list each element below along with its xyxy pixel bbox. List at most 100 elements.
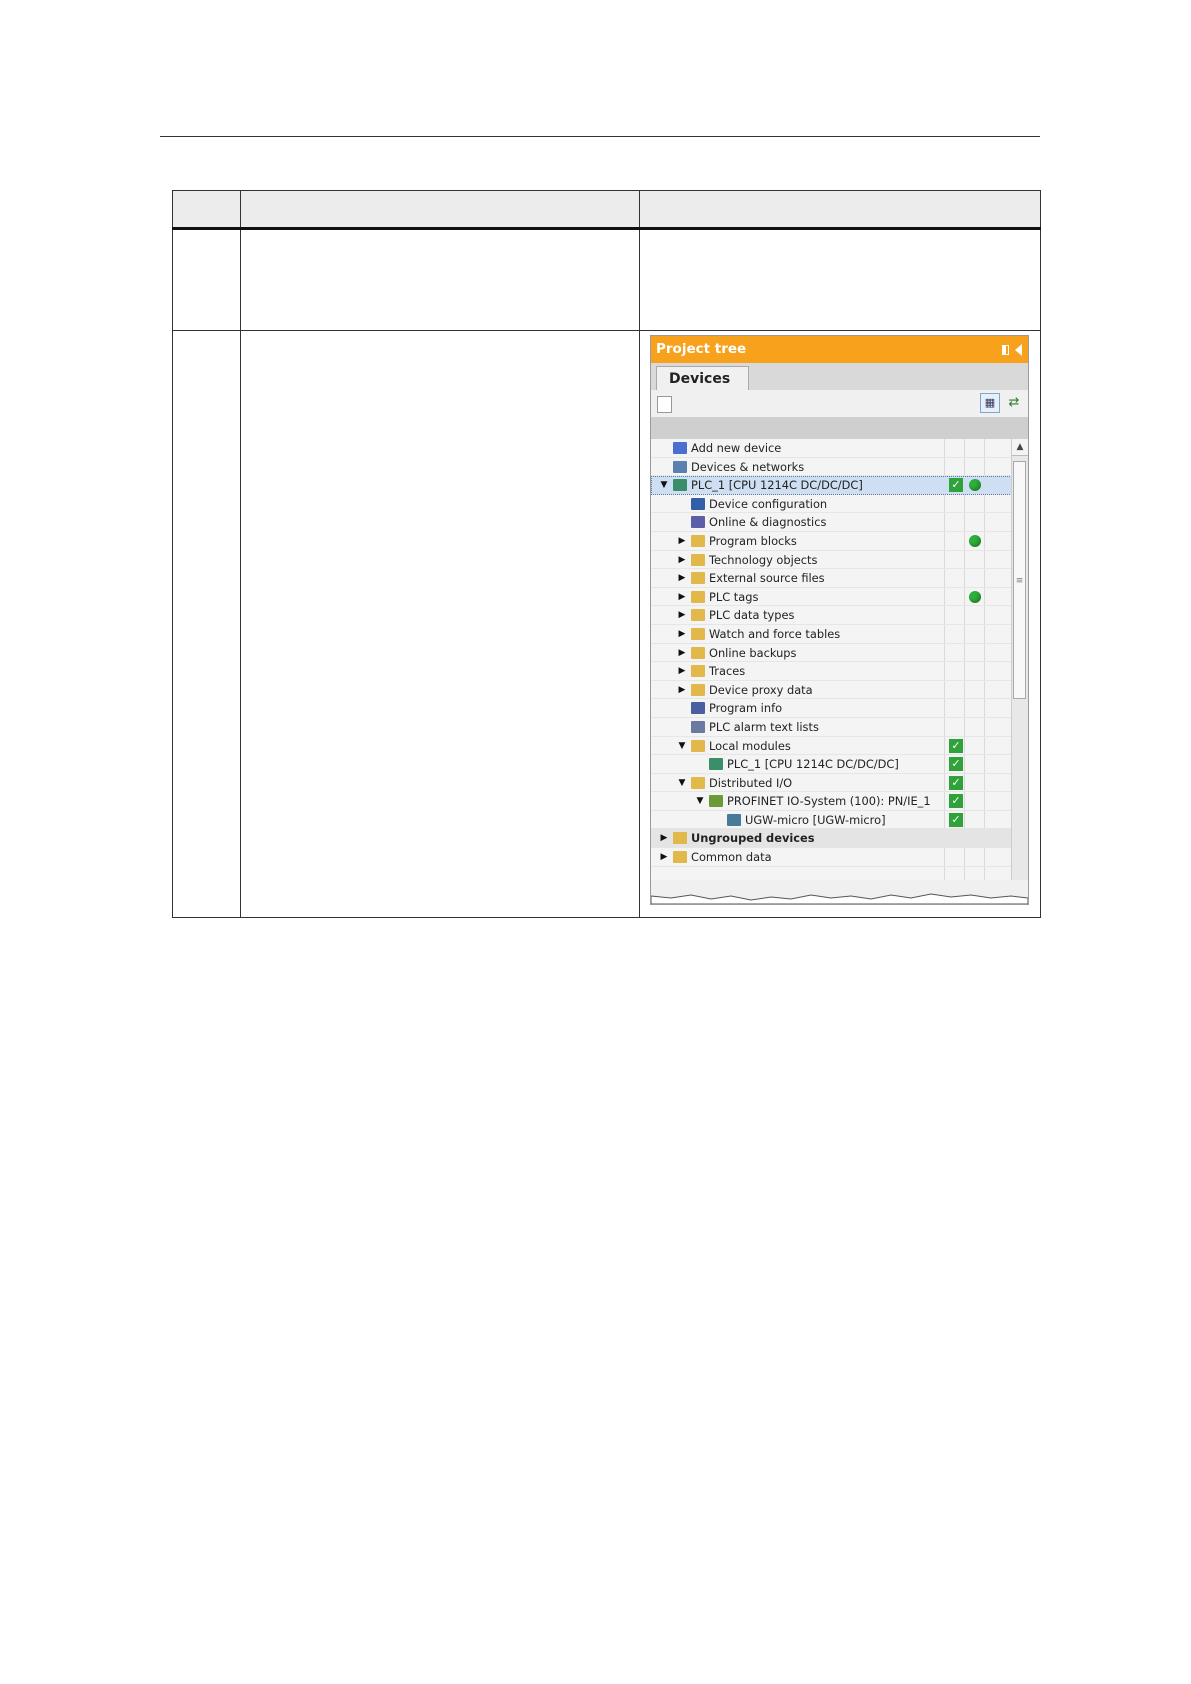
tree-item[interactable]: ▶ PLC tags xyxy=(651,588,1028,607)
plc-icon xyxy=(673,479,687,492)
tree-item[interactable]: ▶ Device proxy data xyxy=(651,681,1028,700)
tree-item[interactable]: ▶ Ungrouped devices xyxy=(651,829,1028,849)
tree-item-label: PLC_1 [CPU 1214C DC/DC/DC] xyxy=(691,478,863,493)
caret-right-icon[interactable]: ▶ xyxy=(677,551,687,570)
caret-right-icon[interactable]: ▶ xyxy=(677,606,687,625)
tree-item[interactable]: ▶ Technology objects xyxy=(651,551,1028,570)
caret-right-icon[interactable]: ▶ xyxy=(677,588,687,607)
tree-item-label: Device proxy data xyxy=(709,682,813,697)
header-cell-remark xyxy=(639,190,1041,230)
tree-item[interactable]: ▶ PLC data types xyxy=(651,606,1028,625)
tree-item[interactable]: ▶ Watch and force tables xyxy=(651,625,1028,644)
add-device-icon xyxy=(673,442,687,454)
tree-item[interactable]: ▼ Distributed I/O ✓ xyxy=(651,774,1028,793)
check-icon: ✓ xyxy=(949,794,963,809)
header-cell-instruction xyxy=(240,190,640,230)
tree-item-label: Online & diagnostics xyxy=(709,515,827,530)
tree-item-label: External source files xyxy=(709,571,825,586)
tree-item-label: Add new device xyxy=(691,441,782,455)
remark-cell xyxy=(639,228,1041,331)
vertical-scrollbar[interactable]: ▲ ≡ xyxy=(1011,439,1028,880)
caret-right-icon[interactable]: ▶ xyxy=(677,662,687,681)
new-document-icon[interactable] xyxy=(657,396,672,413)
folder-icon xyxy=(673,851,687,864)
caret-down-icon[interactable]: ▼ xyxy=(659,476,669,495)
pane-layout-icon[interactable] xyxy=(1002,344,1009,355)
folder-icon xyxy=(691,739,705,752)
tree-item[interactable]: ▼ PLC_1 [CPU 1214C DC/DC/DC] ✓ xyxy=(651,476,1028,495)
caret-right-icon[interactable]: ▶ xyxy=(659,848,669,867)
caret-down-icon[interactable]: ▼ xyxy=(695,792,705,811)
caret-right-icon[interactable]: ▶ xyxy=(659,829,669,848)
caret-down-icon[interactable]: ▼ xyxy=(677,737,687,756)
caret-right-icon[interactable]: ▶ xyxy=(677,681,687,700)
caret-right-icon[interactable]: ▶ xyxy=(677,532,687,551)
project-tree-list: Add new device Devices & networks ▼ PLC_1 [… xyxy=(651,439,1028,880)
folder-icon xyxy=(691,646,705,659)
tree-item[interactable]: Online & diagnostics xyxy=(651,513,1028,532)
project-tree-title: Project tree xyxy=(656,341,747,357)
table-view-icon[interactable]: ▦ xyxy=(980,393,1000,413)
scroll-up-icon[interactable]: ▲ xyxy=(1012,439,1028,456)
folder-icon xyxy=(691,590,705,603)
instruction-cell xyxy=(240,330,640,918)
header-cell-step xyxy=(172,190,241,230)
tree-item[interactable]: ▶ Program blocks xyxy=(651,532,1028,551)
check-icon: ✓ xyxy=(949,738,963,753)
tree-item[interactable]: Device configuration xyxy=(651,495,1028,514)
table-header-row xyxy=(172,190,1041,230)
scrollbar-thumb[interactable]: ≡ xyxy=(1013,461,1026,699)
folder-icon xyxy=(691,534,705,547)
status-ok-icon xyxy=(969,590,981,603)
folder-icon xyxy=(691,572,705,585)
tree-item[interactable]: PLC_1 [CPU 1214C DC/DC/DC] ✓ xyxy=(651,755,1028,774)
status-ok-icon xyxy=(969,534,981,547)
tab-devices[interactable]: Devices xyxy=(656,366,750,391)
screenshot-cell: Project tree Devices ▦ ⇄ Add new device … xyxy=(639,330,1041,918)
check-icon: ✓ xyxy=(949,775,963,790)
project-tree-tabbar: Devices xyxy=(651,363,1028,391)
table-row xyxy=(172,228,1041,331)
tree-item[interactable]: PLC alarm text lists xyxy=(651,718,1028,737)
tree-item[interactable]: UGW-micro [UGW-micro] ✓ xyxy=(651,811,1028,830)
tree-item-label: Common data xyxy=(691,850,772,865)
project-tree-title-bar: Project tree xyxy=(651,336,1028,363)
tree-item[interactable]: ▶ Online backups xyxy=(651,644,1028,663)
tree-item[interactable]: ▶ External source files xyxy=(651,569,1028,588)
sync-icon[interactable]: ⇄ xyxy=(1004,393,1024,413)
step-number-cell xyxy=(172,228,241,331)
text-list-icon xyxy=(691,720,705,733)
tree-item-label: Ungrouped devices xyxy=(691,831,815,846)
check-icon: ✓ xyxy=(949,812,963,827)
collapse-left-icon[interactable] xyxy=(1015,343,1022,356)
folder-icon xyxy=(673,832,687,845)
caret-right-icon[interactable]: ▶ xyxy=(677,625,687,644)
torn-edge xyxy=(651,893,1028,904)
folder-icon xyxy=(691,776,705,789)
tree-item-label: PLC tags xyxy=(709,589,759,604)
tree-item[interactable]: Add new device xyxy=(651,439,1028,458)
caret-right-icon[interactable]: ▶ xyxy=(677,569,687,588)
tree-item-label: PLC alarm text lists xyxy=(709,719,819,734)
check-icon: ✓ xyxy=(949,478,963,493)
tree-item[interactable]: ▶ Common data xyxy=(651,848,1028,867)
tree-item[interactable]: Devices & networks xyxy=(651,458,1028,477)
program-info-icon xyxy=(691,702,705,715)
folder-icon xyxy=(691,553,705,566)
tree-item[interactable]: ▼ PROFINET IO-System (100): PN/IE_1 ✓ xyxy=(651,792,1028,811)
tree-item[interactable]: ▼ Local modules ✓ xyxy=(651,737,1028,756)
step-number-cell xyxy=(172,330,241,918)
status-ok-icon xyxy=(969,479,981,492)
tree-item-label: Local modules xyxy=(709,738,791,753)
caret-down-icon[interactable]: ▼ xyxy=(677,774,687,793)
folder-icon xyxy=(691,627,705,640)
caret-right-icon[interactable]: ▶ xyxy=(677,644,687,663)
device-config-icon xyxy=(691,497,705,510)
tree-item[interactable]: Program info xyxy=(651,699,1028,718)
profinet-icon xyxy=(709,795,723,808)
tree-item[interactable]: ▶ Traces xyxy=(651,662,1028,681)
tree-item-label: PROFINET IO-System (100): PN/IE_1 xyxy=(727,794,931,809)
project-tree-toolbar: ▦ ⇄ xyxy=(651,390,1028,417)
folder-icon xyxy=(691,665,705,678)
table-row: Project tree Devices ▦ ⇄ Add new device … xyxy=(172,330,1041,918)
